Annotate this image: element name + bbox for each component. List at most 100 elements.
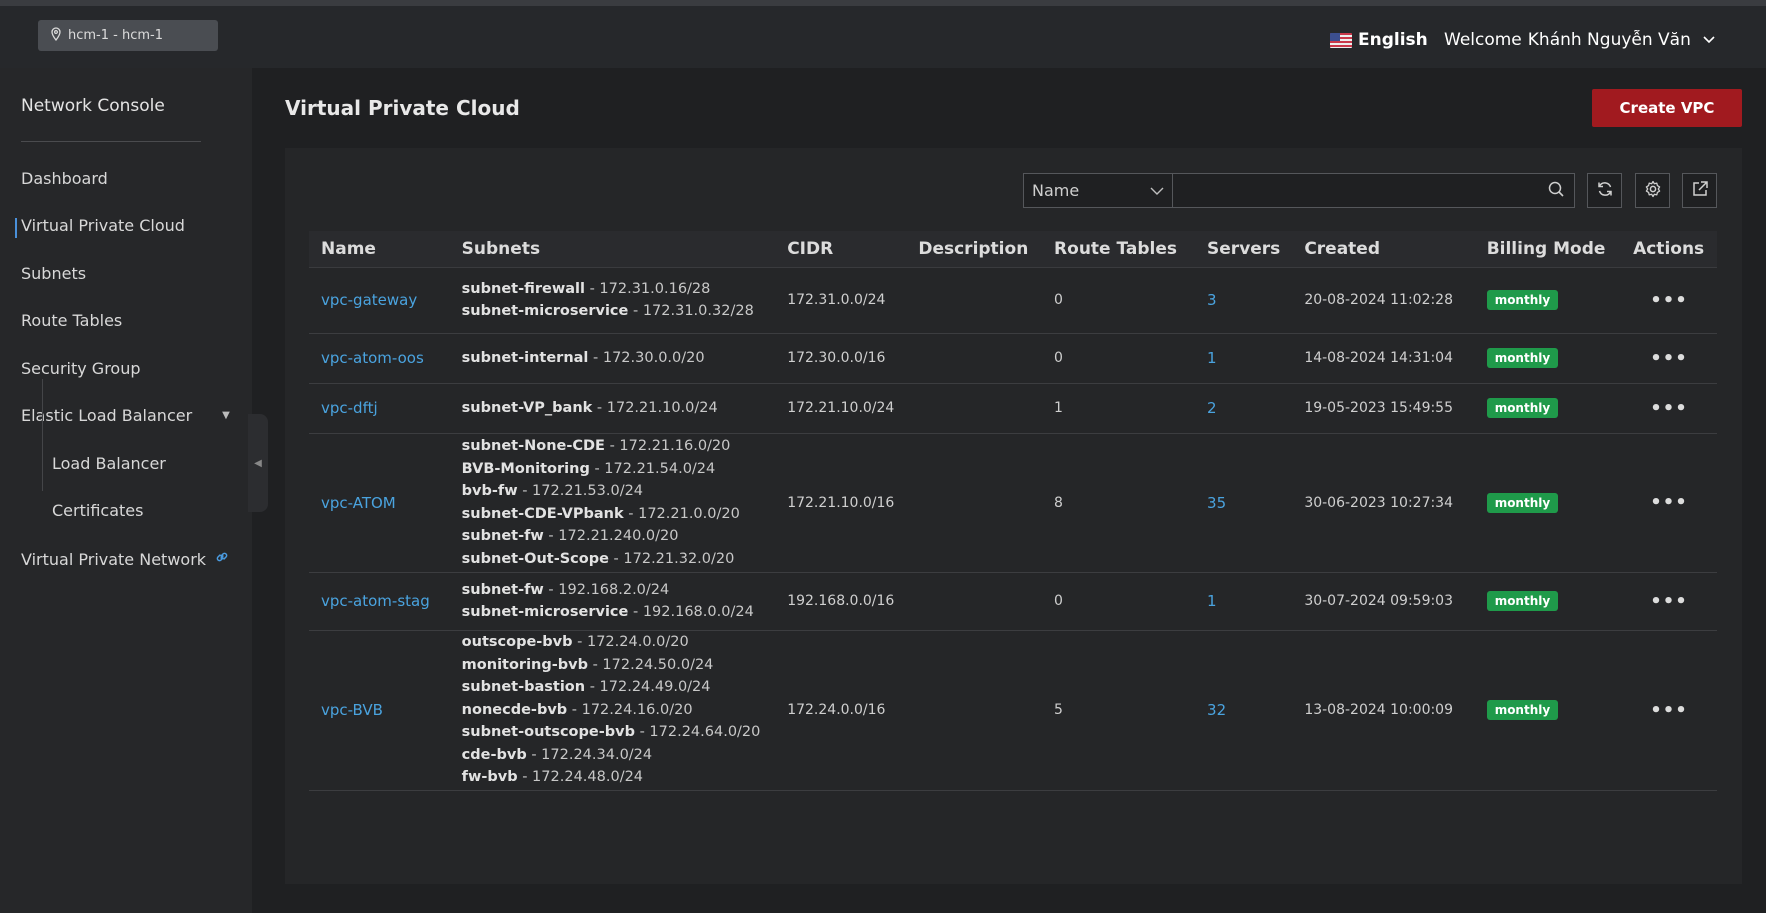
subnet-entry: subnet-microservice - 192.168.0.0/24 <box>462 601 764 624</box>
column-header-billing-mode[interactable]: Billing Mode <box>1474 231 1622 268</box>
language-selector[interactable]: English <box>1330 26 1428 54</box>
column-header-subnets[interactable]: Subnets <box>449 231 776 268</box>
create-vpc-button[interactable]: Create VPC <box>1592 89 1742 127</box>
column-header-description[interactable]: Description <box>906 231 1043 268</box>
subnet-entry: subnet-bastion - 172.24.49.0/24 <box>462 676 764 699</box>
more-horizontal-icon[interactable]: ••• <box>1650 591 1688 612</box>
sidebar-item-label: Dashboard <box>21 169 108 188</box>
servers-count-link[interactable]: 35 <box>1207 494 1226 512</box>
subnet-entry: cde-bvb - 172.24.34.0/24 <box>462 744 764 767</box>
vpc-name-link[interactable]: vpc-ATOM <box>321 494 396 512</box>
subnet-cidr: - 172.24.64.0/20 <box>634 724 761 741</box>
column-header-route-tables[interactable]: Route Tables <box>1042 231 1196 268</box>
more-horizontal-icon[interactable]: ••• <box>1650 348 1688 369</box>
subnet-name: subnet-internal <box>461 349 589 366</box>
subnet-entry: subnet-Out-Scope - 172.21.32.0/20 <box>462 548 764 571</box>
subnet-name: monitoring-bvb <box>461 656 588 673</box>
more-horizontal-icon[interactable]: ••• <box>1650 700 1688 721</box>
user-menu[interactable]: Welcome Khánh Nguyễn Văn <box>1444 26 1715 54</box>
welcome-label: Welcome <box>1444 30 1522 50</box>
table-row: vpc-ATOM subnet-None-CDE - 172.21.16.0/20… <box>309 433 1717 573</box>
servers-count-link[interactable]: 32 <box>1207 701 1226 719</box>
created-timestamp: 14-08-2024 14:31:04 <box>1304 350 1454 366</box>
created-timestamp: 30-06-2023 10:27:34 <box>1304 494 1454 511</box>
subnet-cidr: - 172.24.16.0/20 <box>567 701 693 718</box>
sidebar-item-load-balancer[interactable]: Load Balancer <box>52 454 166 473</box>
subnet-cidr: - 172.21.240.0/20 <box>543 528 679 544</box>
subnet-cidr: - 172.30.0.0/20 <box>588 349 705 366</box>
subnet-entry: monitoring-bvb - 172.24.50.0/24 <box>462 654 764 677</box>
sidebar-item-virtual-private-network[interactable]: Virtual Private Network <box>21 549 230 569</box>
subnet-name: subnet-microservice <box>461 303 629 319</box>
filter-field-select[interactable]: Name <box>1023 173 1173 208</box>
sidebar-item-label: Elastic Load Balancer <box>21 406 193 425</box>
vpc-name-link[interactable]: vpc-gateway <box>321 291 417 309</box>
subnet-entry: subnet-fw - 192.168.2.0/24 <box>462 579 764 602</box>
billing-mode-badge: monthly <box>1486 492 1559 513</box>
sidebar-item-virtual-private-cloud[interactable]: Virtual Private Cloud <box>15 216 185 238</box>
subnet-entry: subnet-microservice - 172.31.0.32/28 <box>462 300 764 323</box>
column-header-name[interactable]: Name <box>309 231 450 268</box>
region-selector[interactable]: hcm-1 - hcm-1 <box>38 20 218 51</box>
subnet-name: bvb-fw <box>461 483 518 499</box>
subnet-name: fw-bvb <box>461 769 518 786</box>
column-header-servers[interactable]: Servers <box>1195 231 1293 268</box>
cidr-value: 172.21.10.0/16 <box>787 494 895 511</box>
sidebar-item-subnets[interactable]: Subnets <box>21 264 86 283</box>
vpc-name-link[interactable]: vpc-atom-stag <box>321 592 430 610</box>
route-tables-count: 0 <box>1054 292 1063 308</box>
subnet-cidr: - 172.21.16.0/20 <box>604 438 731 454</box>
column-header-created[interactable]: Created <box>1292 231 1475 268</box>
subnet-entry: BVB-Monitoring - 172.21.54.0/24 <box>462 458 764 481</box>
vpc-table: Name Subnets CIDR Description Route Tabl… <box>309 231 1717 791</box>
search-input[interactable] <box>1173 182 1548 199</box>
servers-count-link[interactable]: 3 <box>1207 291 1217 309</box>
subnet-name: subnet-firewall <box>461 280 585 297</box>
chevron-left-icon: ◀ <box>254 457 262 469</box>
subnets-cell: outscope-bvb - 172.24.0.0/20 monitoring-b… <box>449 630 776 791</box>
sidebar-collapse-handle[interactable]: ◀ <box>248 414 268 512</box>
subnets-cell: subnet-None-CDE - 172.21.16.0/20 BVB-Moni… <box>449 433 776 573</box>
servers-count-link[interactable]: 1 <box>1207 592 1217 610</box>
subnet-name: cde-bvb <box>461 746 527 763</box>
servers-count-link[interactable]: 2 <box>1207 399 1217 417</box>
sidebar-item-dashboard[interactable]: Dashboard <box>21 169 108 188</box>
subnet-entry: subnet-firewall - 172.31.0.16/28 <box>462 278 764 301</box>
us-flag-icon <box>1330 32 1352 48</box>
vpc-name-link[interactable]: vpc-dftj <box>321 399 378 417</box>
sidebar-item-security-group[interactable]: Security Group <box>21 359 141 378</box>
sidebar-item-certificates[interactable]: Certificates <box>52 501 143 520</box>
export-button[interactable] <box>1682 173 1717 208</box>
filter-field-value: Name <box>1032 181 1080 200</box>
subnets-cell: subnet-VP_bank - 172.21.10.0/24 <box>449 383 776 434</box>
subnet-cidr: - 192.168.2.0/24 <box>543 581 670 598</box>
servers-count-link[interactable]: 1 <box>1207 349 1217 367</box>
vpc-name-link[interactable]: vpc-BVB <box>321 701 383 719</box>
created-timestamp: 30-07-2024 09:59:03 <box>1304 593 1454 609</box>
search-icon[interactable] <box>1548 181 1564 201</box>
sidebar-item-route-tables[interactable]: Route Tables <box>21 311 122 330</box>
subnet-entry: subnet-CDE-VPbank - 172.21.0.0/20 <box>462 503 764 526</box>
refresh-button[interactable] <box>1587 173 1622 208</box>
subnet-name: subnet-bastion <box>461 679 586 696</box>
subnet-entry: fw-bvb - 172.24.48.0/24 <box>462 766 764 789</box>
subnets-cell: subnet-firewall - 172.31.0.16/28 subnet-m… <box>449 267 776 334</box>
subnet-cidr: - 172.24.49.0/24 <box>585 679 711 696</box>
column-header-cidr[interactable]: CIDR <box>775 231 907 268</box>
more-horizontal-icon[interactable]: ••• <box>1650 290 1688 311</box>
sidebar-item-elastic-load-balancer[interactable]: Elastic Load Balancer ▼ <box>21 406 230 425</box>
subnet-cidr: - 172.21.53.0/24 <box>517 483 644 499</box>
more-horizontal-icon[interactable]: ••• <box>1650 492 1688 513</box>
created-timestamp: 19-05-2023 15:49:55 <box>1304 400 1454 416</box>
subnet-name: subnet-CDE-VPbank <box>461 505 624 522</box>
sidebar-item-label: Virtual Private Network <box>21 549 207 569</box>
settings-button[interactable] <box>1635 173 1670 208</box>
sidebar-item-label: Virtual Private Cloud <box>21 216 185 235</box>
more-horizontal-icon[interactable]: ••• <box>1650 398 1688 419</box>
subnets-cell: subnet-fw - 192.168.2.0/24 subnet-microse… <box>449 572 776 631</box>
subnet-name: subnet-fw <box>461 528 544 544</box>
chevron-down-icon <box>1150 181 1164 200</box>
sidebar-item-label: Certificates <box>52 501 144 520</box>
vpc-name-link[interactable]: vpc-atom-oos <box>321 349 424 367</box>
sidebar-divider <box>21 141 201 142</box>
